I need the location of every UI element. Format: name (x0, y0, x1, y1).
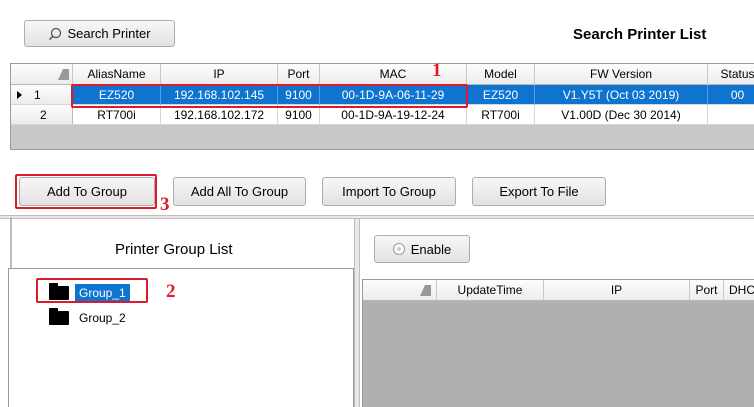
col-status[interactable]: Status (708, 64, 754, 85)
table-corner (363, 280, 437, 301)
search-printer-button[interactable]: Search Printer (24, 20, 175, 47)
search-printer-label: Search Printer (67, 26, 151, 41)
cell-mac[interactable]: 00-1D-9A-19-12-24 (320, 105, 467, 125)
enable-button[interactable]: Enable (374, 235, 470, 263)
col-mac[interactable]: MAC (320, 64, 467, 85)
search-icon (48, 27, 62, 41)
annotation-highlight-1 (71, 84, 468, 108)
cell-model[interactable]: RT700i (467, 105, 535, 125)
annotation-highlight-3 (15, 174, 157, 209)
enable-label: Enable (410, 241, 452, 257)
vertical-splitter[interactable] (354, 219, 360, 407)
annotation-number-3: 3 (160, 194, 170, 215)
cell-alias[interactable]: RT700i (73, 105, 161, 125)
group-label[interactable]: Group_2 (75, 309, 130, 327)
col-port[interactable]: Port (278, 64, 320, 85)
export-to-file-button[interactable]: Export To File (472, 177, 606, 206)
detail-table: UpdateTime IP Port DHCF (362, 279, 754, 407)
horizontal-splitter[interactable] (0, 215, 754, 219)
cell-status[interactable]: 00 (708, 85, 754, 105)
cell-status[interactable] (708, 105, 754, 125)
col-updatetime[interactable]: UpdateTime (437, 280, 544, 301)
cell-fw[interactable]: V1.Y5T (Oct 03 2019) (535, 85, 708, 105)
annotation-highlight-2 (36, 278, 148, 303)
row-number: 2 (40, 107, 47, 122)
annotation-number-2: 2 (166, 281, 176, 302)
col-dhcf[interactable]: DHCF (724, 280, 754, 301)
col-aliasname[interactable]: AliasName (73, 64, 161, 85)
folder-icon (49, 308, 69, 325)
col-ip[interactable]: IP (161, 64, 278, 85)
group-item[interactable]: Group_2 (49, 308, 130, 328)
import-to-group-button[interactable]: Import To Group (322, 177, 456, 206)
cell-ip[interactable]: 192.168.102.172 (161, 105, 278, 125)
add-all-to-group-button[interactable]: Add All To Group (173, 177, 306, 206)
col-port[interactable]: Port (690, 280, 724, 301)
table-corner (11, 64, 73, 85)
search-printer-list-title: Search Printer List (573, 26, 707, 43)
cell-model[interactable]: EZ520 (467, 85, 535, 105)
cell-port[interactable]: 9100 (278, 105, 320, 125)
row-pointer-icon (17, 90, 22, 99)
cell-fw[interactable]: V1.00D (Dec 30 2014) (535, 105, 708, 125)
col-model[interactable]: Model (467, 64, 535, 85)
row-number: 1 (34, 87, 41, 102)
annotation-number-1: 1 (432, 60, 442, 81)
col-fw-version[interactable]: FW Version (535, 64, 708, 85)
row-header[interactable]: 2 (11, 105, 73, 125)
printer-group-list-title: Printer Group List (115, 241, 233, 258)
row-header[interactable]: 1 (11, 85, 73, 105)
col-ip[interactable]: IP (544, 280, 690, 301)
radio-icon (392, 243, 405, 255)
